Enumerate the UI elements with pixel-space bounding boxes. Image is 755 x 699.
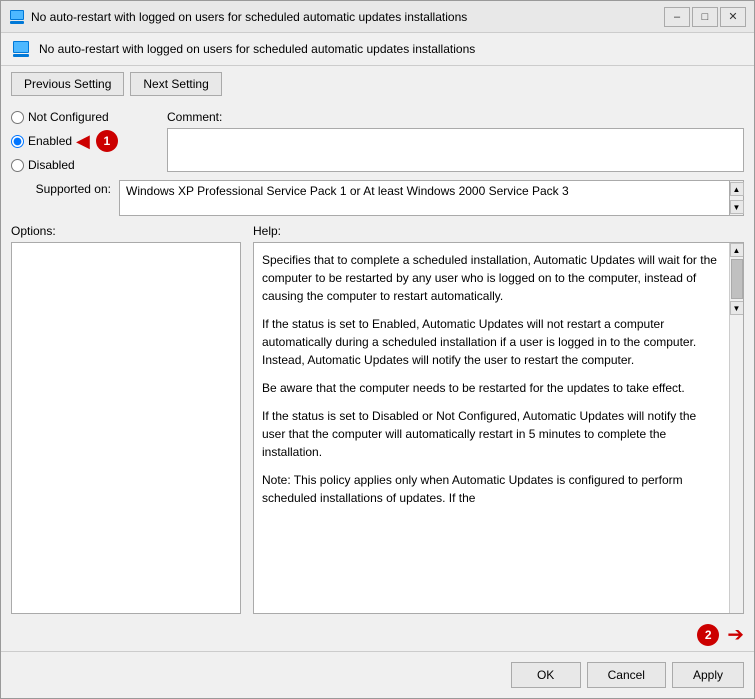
options-panel: Options:: [11, 224, 241, 614]
ok-arrow: ➔: [727, 622, 744, 647]
bottom-section: Options: Help: Specifies that to complet…: [11, 224, 744, 614]
radio-group: Not Configured Enabled ◀ 1 Disabled: [11, 110, 151, 172]
comment-textarea[interactable]: [167, 128, 744, 172]
disabled-label[interactable]: Disabled: [28, 158, 75, 172]
nav-bar: Previous Setting Next Setting: [1, 66, 754, 102]
subtitle-text: No auto-restart with logged on users for…: [39, 42, 475, 56]
supported-value: Windows XP Professional Service Pack 1 o…: [126, 184, 569, 198]
footer-annotation: 2 ➔: [1, 622, 754, 647]
help-para-2-text: If the status is set to Enabled, Automat…: [262, 317, 696, 367]
help-box: Specifies that to complete a scheduled i…: [254, 243, 729, 613]
previous-setting-button[interactable]: Previous Setting: [11, 72, 124, 96]
scroll-up-arrow[interactable]: ▲: [730, 182, 744, 196]
enabled-label[interactable]: Enabled: [28, 134, 72, 148]
title-controls: – □ ✕: [664, 7, 746, 27]
help-scroll-thumb[interactable]: [731, 259, 743, 299]
ok-button[interactable]: OK: [511, 662, 581, 688]
window-icon: [9, 9, 25, 25]
supported-scrollbar: ▲ ▼: [729, 181, 743, 215]
options-label: Options:: [11, 224, 241, 238]
help-para-1: Specifies that to complete a scheduled i…: [262, 251, 721, 305]
title-bar: No auto-restart with logged on users for…: [1, 1, 754, 33]
supported-label: Supported on:: [11, 180, 111, 196]
help-scrollbar: ▲ ▼: [729, 243, 743, 613]
not-configured-label[interactable]: Not Configured: [28, 110, 109, 124]
enabled-radio[interactable]: [11, 135, 24, 148]
help-para-5: Note: This policy applies only when Auto…: [262, 471, 721, 507]
enabled-row: Enabled ◀ 1: [11, 130, 151, 152]
close-button[interactable]: ✕: [720, 7, 746, 27]
help-para-4: If the status is set to Disabled or Not …: [262, 407, 721, 461]
title-bar-left: No auto-restart with logged on users for…: [9, 9, 664, 25]
comment-section: Comment:: [167, 110, 744, 172]
help-scroll-up[interactable]: ▲: [730, 243, 744, 257]
window-title: No auto-restart with logged on users for…: [31, 10, 467, 24]
not-configured-radio[interactable]: [11, 111, 24, 124]
supported-row: Supported on: Windows XP Professional Se…: [11, 180, 744, 216]
bottom-buttons: OK Cancel Apply: [1, 651, 754, 698]
disabled-option[interactable]: Disabled: [11, 158, 151, 172]
supported-box: Windows XP Professional Service Pack 1 o…: [119, 180, 744, 216]
footer-area: 2 ➔ OK Cancel Apply: [1, 622, 754, 698]
disabled-radio[interactable]: [11, 159, 24, 172]
help-scroll-down[interactable]: ▼: [730, 301, 744, 315]
scroll-down-arrow[interactable]: ▼: [730, 200, 744, 214]
help-panel: Help: Specifies that to complete a sched…: [253, 224, 744, 614]
top-section: Not Configured Enabled ◀ 1 Disabled Comm…: [11, 110, 744, 172]
next-setting-button[interactable]: Next Setting: [130, 72, 221, 96]
subtitle-bar: No auto-restart with logged on users for…: [1, 33, 754, 66]
comment-label: Comment:: [167, 110, 744, 124]
minimize-button[interactable]: –: [664, 7, 690, 27]
badge-2: 2: [697, 624, 719, 646]
main-window: No auto-restart with logged on users for…: [0, 0, 755, 699]
main-content: Not Configured Enabled ◀ 1 Disabled Comm…: [1, 102, 754, 622]
cancel-button[interactable]: Cancel: [587, 662, 666, 688]
help-label: Help:: [253, 224, 744, 238]
help-para-3: Be aware that the computer needs to be r…: [262, 379, 721, 397]
enabled-arrow: ◀: [76, 131, 90, 152]
policy-icon: [11, 39, 31, 59]
badge-1: 1: [96, 130, 118, 152]
maximize-button[interactable]: □: [692, 7, 718, 27]
enabled-option[interactable]: Enabled: [11, 134, 72, 148]
not-configured-option[interactable]: Not Configured: [11, 110, 151, 124]
help-para-2: If the status is set to Enabled, Automat…: [262, 315, 721, 369]
options-box: [11, 242, 241, 614]
apply-button[interactable]: Apply: [672, 662, 744, 688]
